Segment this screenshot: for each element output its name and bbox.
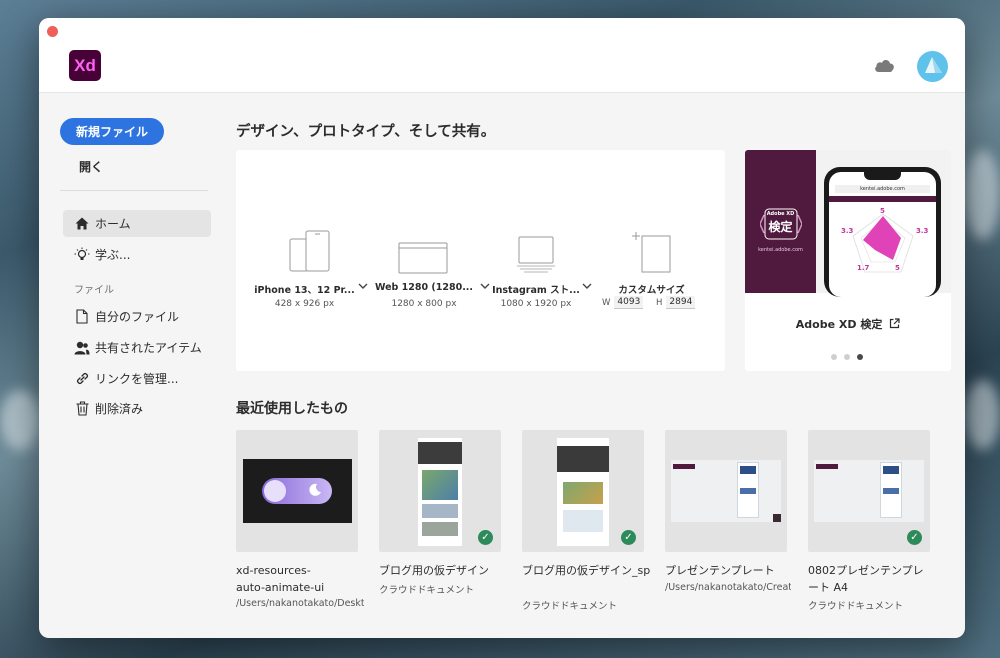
height-label: H (656, 297, 663, 308)
preset-name: iPhone 13、12 Pr... (254, 285, 355, 296)
lightbulb-icon (73, 246, 91, 264)
recent-section-title: 最近使用したもの (236, 401, 348, 417)
file-name: 0802プレゼンテンプレート A4 (808, 564, 924, 594)
promo-badge-big: 検定 (768, 220, 793, 234)
link-icon (73, 370, 91, 388)
trash-icon (73, 400, 91, 418)
files-section-label: ファイル (74, 285, 114, 296)
page-title: デザイン、プロトタイプ、そして共有。 (236, 124, 496, 140)
sidebar-item-label: 学ぶ... (95, 248, 131, 262)
chevron-down-icon[interactable] (358, 282, 368, 293)
web-preset-icon (398, 242, 448, 274)
file-name: ブログ用の仮デザイン_sp (522, 564, 651, 577)
preset-panel: iPhone 13、12 Pr... 428 x 926 px Web 1280… (236, 150, 725, 371)
chart-value-right: 3.3 (916, 227, 929, 235)
desktop-cloud (965, 150, 1000, 240)
promo-url: kentei.adobe.com (758, 247, 803, 253)
height-input[interactable]: 2894 (666, 296, 696, 309)
user-avatar[interactable] (917, 51, 948, 82)
preset-name: Instagram スト... (492, 285, 580, 296)
sidebar-item-label: 共有されたアイテム (95, 341, 202, 355)
sidebar: 新規ファイル 開く ホーム 学ぶ... ファイル 自分のファイル 共有されたアイ… (39, 93, 229, 638)
desktop-cloud (0, 390, 40, 450)
promo-badge-small: Adobe XD (766, 211, 795, 217)
sidebar-item-label: リンクを管理... (95, 372, 179, 386)
file-thumbnail (236, 430, 358, 552)
carousel-dots (831, 354, 863, 360)
width-label: W (602, 297, 611, 308)
sidebar-item-label: 自分のファイル (95, 310, 180, 324)
sidebar-item-shared[interactable]: 共有されたアイテム (63, 334, 211, 361)
synced-check-icon: ✓ (907, 530, 922, 545)
document-icon (73, 308, 91, 326)
promo-badge-panel: Adobe XD 検定 kentei.adobe.com (745, 150, 816, 293)
sidebar-item-deleted[interactable]: 削除済み (63, 395, 211, 422)
top-bar: Xd (39, 18, 965, 93)
carousel-dot-active[interactable] (857, 354, 863, 360)
home-icon (73, 215, 91, 233)
open-button[interactable]: 開く (79, 158, 103, 175)
sidebar-item-manage-links[interactable]: リンクを管理... (63, 365, 211, 392)
close-window-button[interactable] (47, 26, 58, 37)
chart-value-bottom-left: 1.7 (857, 264, 870, 272)
width-input[interactable]: 4093 (614, 296, 644, 309)
carousel-dot[interactable] (844, 354, 850, 360)
file-path: クラウドドキュメント (808, 601, 904, 612)
promo-caption[interactable]: Adobe XD 検定 (745, 316, 951, 332)
file-path: クラウドドキュメント (379, 585, 475, 596)
sidebar-item-my-files[interactable]: 自分のファイル (63, 303, 211, 330)
external-link-icon (890, 318, 900, 329)
preset-size: 1080 x 1920 px (500, 299, 572, 309)
custom-width-field[interactable]: W 4093 (602, 296, 644, 309)
promo-image: Adobe XD 検定 kentei.adobe.com kentei.adob… (745, 150, 951, 297)
promo-caption-text: Adobe XD 検定 (795, 318, 883, 331)
file-path: /Users/nakanotakato/Deskt... (236, 598, 364, 609)
file-name: プレゼンテンプレート (665, 564, 775, 577)
desktop-cloud (965, 380, 1000, 450)
instagram-preset-icon (517, 236, 555, 273)
phone-preset-icon (289, 230, 330, 272)
file-path: /Users/nakanotakato/Creat... (665, 582, 791, 593)
xd-home-window: Xd 新規ファイル 開く ホーム 学ぶ... ファイル 自分のファイル 共有され… (39, 18, 965, 638)
synced-check-icon: ✓ (478, 530, 493, 545)
xd-logo: Xd (69, 50, 101, 81)
chart-value-top: 5 (880, 207, 885, 215)
sidebar-item-learn[interactable]: 学ぶ... (63, 241, 211, 268)
preset-name: カスタムサイズ (618, 285, 685, 296)
phone-mockup: kentei.adobe.com 5 3.3 3.3 1.7 5 (824, 167, 941, 297)
sidebar-item-label: 削除済み (95, 402, 144, 416)
cloud-icon[interactable] (873, 56, 897, 74)
chevron-down-icon[interactable] (582, 282, 592, 293)
preset-size: 1280 x 800 px (391, 299, 457, 309)
phone-url-bar: kentei.adobe.com (835, 185, 930, 193)
chart-value-left: 3.3 (841, 227, 854, 235)
promo-card[interactable]: Adobe XD 検定 kentei.adobe.com kentei.adob… (745, 150, 951, 371)
file-thumbnail (665, 430, 787, 552)
sidebar-item-home[interactable]: ホーム (63, 210, 211, 237)
chart-value-bottom-right: 5 (895, 264, 900, 272)
preset-name: Web 1280 (1280... (374, 282, 474, 293)
custom-size-icon (632, 232, 671, 273)
new-file-button[interactable]: 新規ファイル (60, 118, 164, 145)
file-name: xd-resources-auto-animate-ui (236, 564, 325, 594)
preset-size: 428 x 926 px (274, 299, 335, 309)
synced-check-icon: ✓ (621, 530, 636, 545)
carousel-dot[interactable] (831, 354, 837, 360)
sidebar-item-label: ホーム (95, 217, 131, 231)
custom-height-field[interactable]: H 2894 (656, 296, 696, 309)
shared-user-icon (73, 339, 91, 357)
sidebar-divider (60, 190, 208, 191)
file-name: ブログ用の仮デザイン (379, 564, 489, 577)
file-path: クラウドドキュメント (522, 601, 618, 612)
